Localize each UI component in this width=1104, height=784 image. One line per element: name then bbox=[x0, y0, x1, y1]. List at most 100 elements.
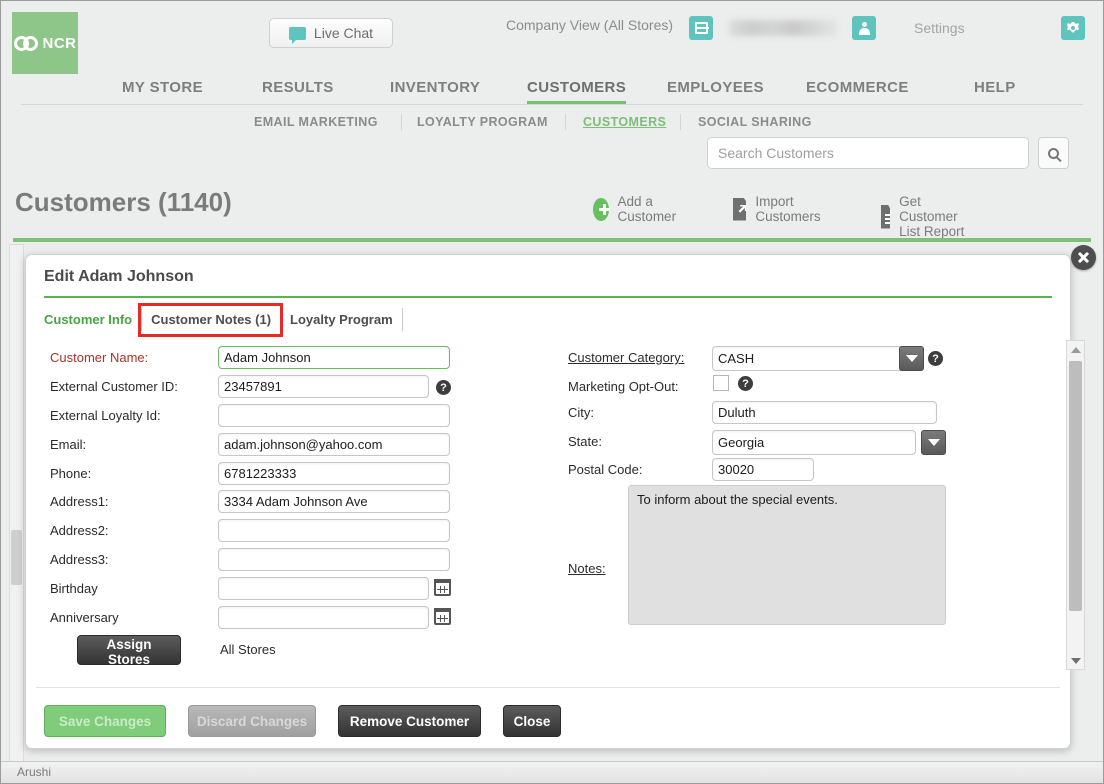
dialog-form: Customer Name: External Customer ID: ? E… bbox=[44, 338, 1055, 678]
label-city: City: bbox=[568, 405, 594, 420]
birthday-calendar-icon[interactable] bbox=[434, 579, 451, 596]
search-input[interactable] bbox=[707, 137, 1029, 169]
subnav-email-marketing[interactable]: EMAIL MARKETING bbox=[254, 115, 378, 129]
discard-changes-button[interactable]: Discard Changes bbox=[188, 705, 316, 737]
nav-ecommerce[interactable]: ECOMMERCE bbox=[806, 79, 909, 104]
top-bar: NCR Live Chat Company View (All Stores) … bbox=[1, 1, 1103, 74]
state-chevron-down-icon[interactable] bbox=[921, 430, 946, 455]
ncr-rings-icon bbox=[13, 35, 40, 51]
anniversary-input[interactable] bbox=[218, 606, 429, 629]
dialog-scrollbar-thumb[interactable] bbox=[1069, 361, 1082, 611]
subnav-social-sharing[interactable]: SOCIAL SHARING bbox=[698, 115, 812, 129]
dialog-title: Edit Adam Johnson bbox=[44, 268, 194, 285]
dialog-footer: Save Changes Discard Changes Remove Cust… bbox=[44, 705, 561, 737]
customer-category-select[interactable] bbox=[712, 346, 916, 371]
application-window: NCR Live Chat Company View (All Stores) … bbox=[0, 0, 1104, 784]
anniversary-calendar-icon[interactable] bbox=[434, 608, 451, 625]
store-icon[interactable] bbox=[689, 16, 713, 40]
label-marketing-optout: Marketing Opt-Out: bbox=[568, 379, 679, 394]
status-text: Arushi bbox=[17, 765, 52, 779]
customer-category-chevron-down-icon[interactable] bbox=[899, 346, 924, 371]
assign-stores-button[interactable]: Assign Stores bbox=[77, 635, 181, 667]
tab-customer-info[interactable]: Customer Info bbox=[44, 308, 143, 331]
nav-customers[interactable]: CUSTOMERS bbox=[527, 79, 627, 104]
plus-icon bbox=[593, 197, 610, 221]
tab-loyalty-program[interactable]: Loyalty Program bbox=[281, 308, 403, 331]
label-address3: Address3: bbox=[50, 552, 109, 567]
user-icon[interactable] bbox=[852, 16, 876, 40]
external-loyalty-id-input[interactable] bbox=[218, 404, 450, 427]
state-select[interactable] bbox=[712, 430, 916, 455]
page-scrollbar[interactable] bbox=[9, 244, 24, 779]
main-navigation: MY STORE RESULTS INVENTORY CUSTOMERS EMP… bbox=[21, 73, 1083, 105]
tab-customer-notes[interactable]: Customer Notes (1) bbox=[138, 303, 283, 337]
import-icon bbox=[733, 197, 747, 221]
search-button[interactable] bbox=[1038, 137, 1069, 169]
dialog-tabs: Customer Info Customer Notes (1) Loyalty… bbox=[44, 303, 403, 337]
get-customer-list-report-button[interactable]: Get Customer List Report bbox=[881, 194, 969, 239]
import-customers-label: Import Customers bbox=[755, 194, 821, 224]
settings-label[interactable]: Settings bbox=[914, 20, 965, 36]
label-state: State: bbox=[568, 434, 602, 449]
scroll-down-icon[interactable] bbox=[1067, 652, 1084, 669]
address3-input[interactable] bbox=[218, 548, 450, 571]
label-address2: Address2: bbox=[50, 523, 109, 538]
status-bar: Arushi bbox=[1, 761, 1103, 783]
search-area bbox=[707, 137, 1069, 169]
live-chat-button[interactable]: Live Chat bbox=[269, 18, 393, 48]
city-input[interactable] bbox=[712, 401, 937, 424]
company-view-label: Company View (All Stores) bbox=[506, 17, 674, 33]
edit-customer-dialog: Edit Adam Johnson Customer Info Customer… bbox=[25, 254, 1085, 749]
report-icon bbox=[881, 204, 891, 229]
postal-code-input[interactable] bbox=[712, 458, 814, 481]
add-a-customer-button[interactable]: Add a Customer bbox=[593, 194, 684, 224]
live-chat-label: Live Chat bbox=[313, 25, 374, 41]
nav-results[interactable]: RESULTS bbox=[262, 79, 334, 104]
import-customers-button[interactable]: Import Customers bbox=[733, 194, 827, 224]
label-notes: Notes: bbox=[568, 561, 606, 576]
ncr-logo[interactable]: NCR bbox=[12, 12, 78, 74]
sub-navigation: EMAIL MARKETING LOYALTY PROGRAM CUSTOMER… bbox=[1, 111, 1103, 135]
subnav-loyalty-program[interactable]: LOYALTY PROGRAM bbox=[417, 115, 548, 129]
close-dialog-icon[interactable] bbox=[1071, 245, 1096, 270]
close-button[interactable]: Close bbox=[503, 705, 561, 737]
nav-help[interactable]: HELP bbox=[974, 79, 1016, 104]
marketing-optout-checkbox[interactable] bbox=[713, 375, 729, 391]
label-customer-name: Customer Name: bbox=[50, 350, 149, 365]
dialog-scrollbar[interactable] bbox=[1066, 340, 1085, 670]
label-anniversary: Anniversary bbox=[50, 610, 119, 625]
subnav-divider bbox=[565, 114, 566, 130]
external-customer-id-input[interactable] bbox=[218, 375, 429, 398]
save-changes-button[interactable]: Save Changes bbox=[44, 705, 166, 737]
chat-bubble-icon bbox=[288, 26, 306, 44]
customer-name-input[interactable] bbox=[218, 346, 450, 369]
label-customer-category: Customer Category: bbox=[568, 350, 685, 365]
gear-icon[interactable] bbox=[1061, 16, 1085, 40]
nav-employees[interactable]: EMPLOYEES bbox=[667, 79, 764, 104]
label-external-customer-id: External Customer ID: bbox=[50, 379, 178, 394]
scroll-up-icon[interactable] bbox=[1067, 341, 1084, 358]
user-name-redacted bbox=[729, 20, 837, 36]
phone-input[interactable] bbox=[218, 462, 450, 485]
address1-input[interactable] bbox=[218, 490, 450, 513]
marketing-optout-help-icon[interactable]: ? bbox=[738, 376, 753, 391]
subnav-divider bbox=[401, 114, 402, 130]
subnav-customers[interactable]: CUSTOMERS bbox=[583, 115, 666, 129]
label-birthday: Birthday bbox=[50, 581, 98, 596]
add-a-customer-label: Add a Customer bbox=[617, 194, 677, 224]
external-customer-id-help-icon[interactable]: ? bbox=[436, 380, 451, 395]
get-report-label: Get Customer List Report bbox=[899, 194, 965, 239]
assigned-stores-value: All Stores bbox=[220, 642, 276, 657]
email-input[interactable] bbox=[218, 433, 450, 456]
label-postal-code: Postal Code: bbox=[568, 462, 643, 477]
nav-inventory[interactable]: INVENTORY bbox=[390, 79, 480, 104]
remove-customer-button[interactable]: Remove Customer bbox=[338, 705, 481, 737]
page-scrollbar-thumb[interactable] bbox=[11, 530, 22, 585]
ncr-logo-text: NCR bbox=[42, 34, 77, 52]
address2-input[interactable] bbox=[218, 519, 450, 542]
nav-my-store[interactable]: MY STORE bbox=[122, 79, 203, 104]
birthday-input[interactable] bbox=[218, 577, 429, 600]
label-external-loyalty-id: External Loyalty Id: bbox=[50, 408, 161, 423]
customer-category-help-icon[interactable]: ? bbox=[928, 351, 943, 366]
notes-textarea[interactable]: To inform about the special events. bbox=[628, 485, 946, 625]
